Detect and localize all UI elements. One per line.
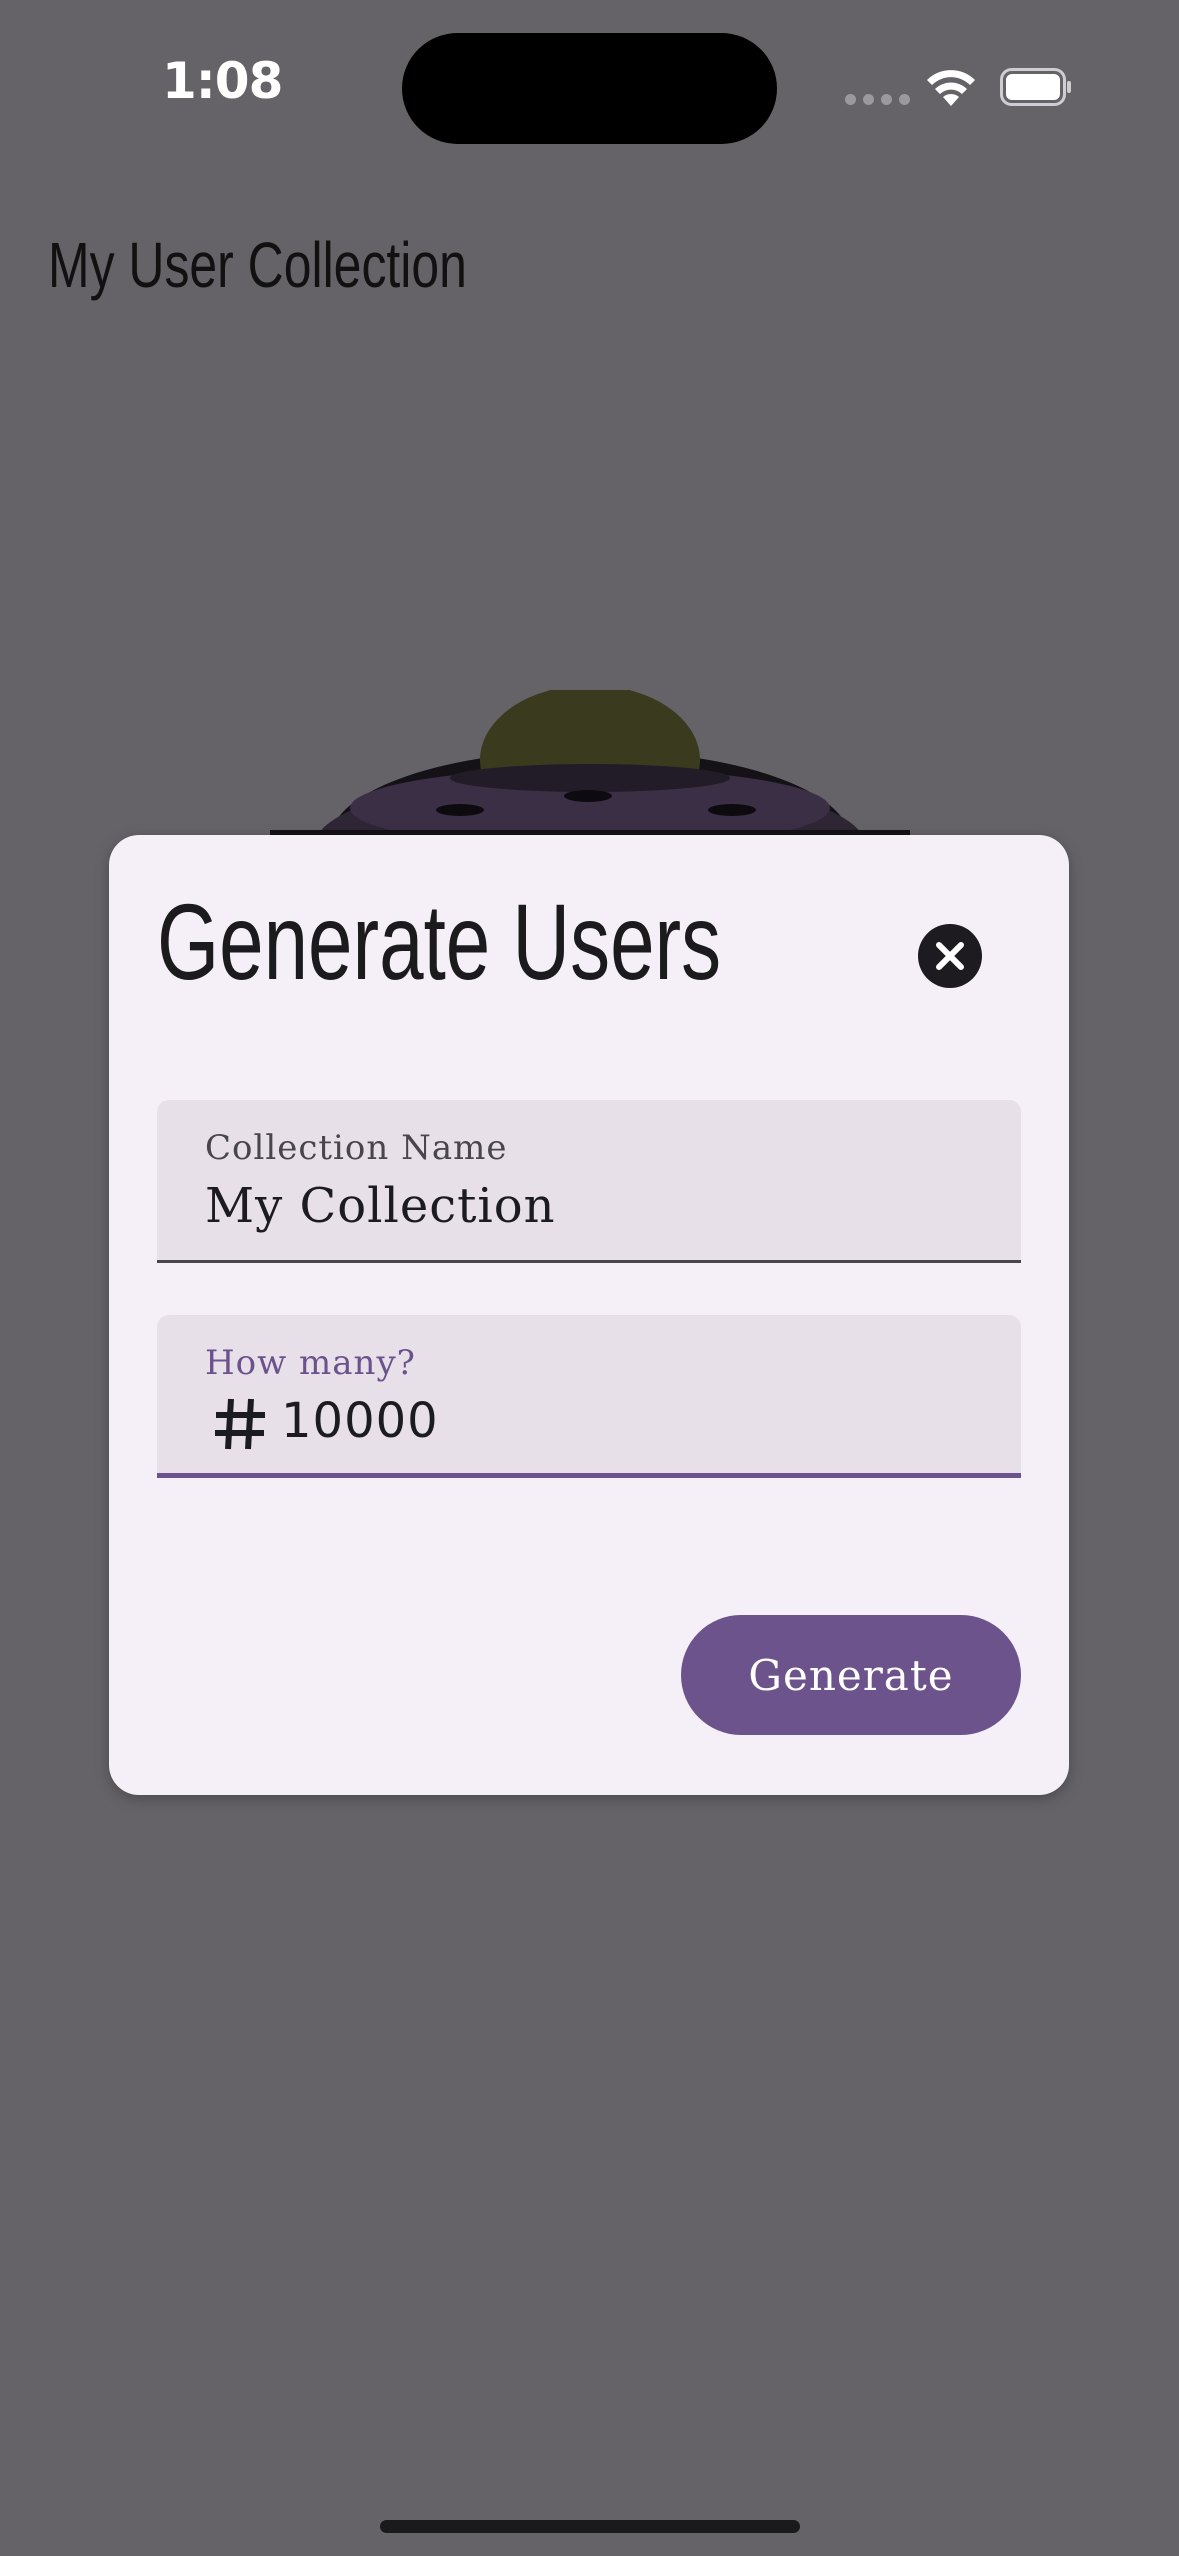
collection-name-field[interactable]: Collection Name My Collection — [157, 1100, 1021, 1263]
dynamic-island — [402, 33, 777, 144]
close-icon — [936, 942, 964, 970]
collection-name-label: Collection Name — [205, 1128, 508, 1168]
battery-icon — [1000, 68, 1071, 106]
user-count-field[interactable]: How many? 10000 — [157, 1315, 1021, 1478]
user-count-label: How many? — [205, 1343, 416, 1383]
status-time: 1:08 — [162, 52, 283, 110]
dialog-title: Generate Users — [157, 881, 722, 1002]
wifi-icon — [927, 70, 975, 106]
collection-name-value[interactable]: My Collection — [205, 1178, 556, 1234]
ufo-illustration — [270, 690, 910, 840]
app-title: My User Collection — [48, 229, 467, 301]
close-button[interactable] — [918, 924, 982, 988]
home-indicator[interactable] — [380, 2520, 800, 2533]
generate-button[interactable]: Generate — [681, 1615, 1021, 1735]
generate-users-dialog: Generate Users Collection Name My Collec… — [109, 835, 1069, 1795]
cellular-signal-icon — [845, 94, 910, 105]
user-count-value[interactable]: 10000 — [281, 1393, 439, 1449]
hash-icon — [215, 1398, 265, 1450]
